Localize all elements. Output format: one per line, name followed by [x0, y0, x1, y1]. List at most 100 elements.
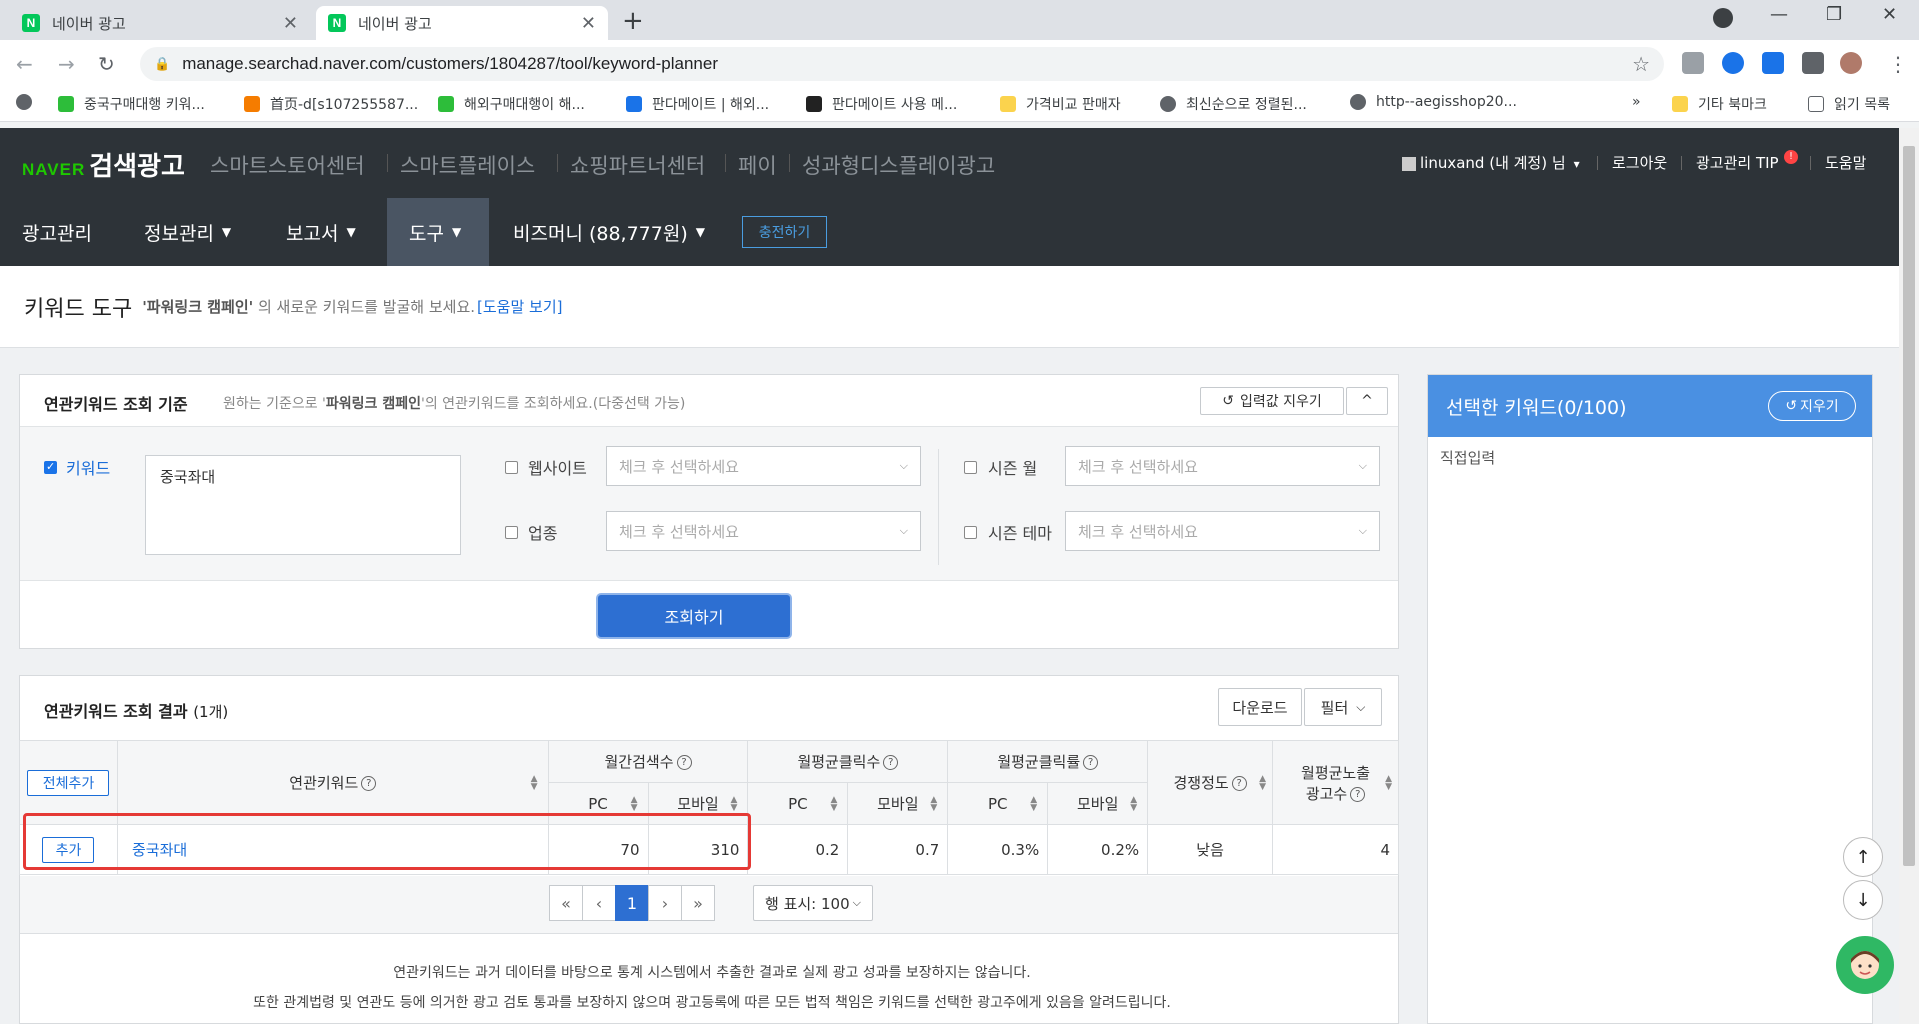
sort-icon[interactable]: ▲ ▼ — [1130, 795, 1137, 812]
keyword-input[interactable]: 중국좌대 — [145, 455, 461, 555]
industry-checkbox[interactable] — [505, 526, 518, 539]
nav-reports[interactable]: 보고서 ▼ — [286, 198, 356, 266]
ad-tip-link[interactable]: 광고관리 TIP — [1696, 152, 1779, 173]
next-page-button[interactable]: › — [648, 885, 682, 921]
industry-select[interactable]: 체크 후 선택하세요 ⌵ — [606, 511, 921, 551]
sort-icon[interactable]: ▲ ▼ — [631, 795, 638, 812]
search-button[interactable]: 조회하기 — [598, 595, 790, 637]
bookmark-item[interactable]: 해외구매대행이 해... — [438, 94, 585, 114]
page-description: '파워링크 캠페인' 의 새로운 키워드를 발굴해 보세요. — [142, 298, 476, 316]
header-keyword[interactable]: 연관키워드? ▲ ▼ — [116, 740, 549, 825]
link-smartstore[interactable]: 스마트스토어센터 — [210, 150, 365, 180]
bookmark-item[interactable]: 판다메이트 사용 메... — [806, 94, 957, 114]
clear-input-button[interactable]: ↺ 입력값 지우기 — [1200, 387, 1344, 415]
help-icon[interactable]: ? — [676, 755, 692, 770]
globe-icon[interactable] — [16, 94, 42, 110]
season-month-checkbox[interactable] — [964, 461, 977, 474]
charge-button[interactable]: 충전하기 — [742, 216, 827, 248]
link-pay[interactable]: 페이 — [738, 150, 777, 180]
extension-p-icon[interactable] — [1762, 52, 1784, 74]
bookmark-star-icon[interactable]: ☆ — [1632, 52, 1650, 77]
season-theme-select[interactable]: 체크 후 선택하세요 ⌵ — [1065, 511, 1380, 551]
page-1-button[interactable]: 1 — [615, 885, 649, 921]
menu-kebab-icon[interactable]: ⋮ — [1888, 52, 1908, 76]
address-bar[interactable]: 🔒 manage.searchad.naver.com/customers/18… — [140, 47, 1664, 81]
chatbot-button[interactable] — [1836, 936, 1894, 994]
link-shopping-partner[interactable]: 쇼핑파트너센터 — [570, 150, 705, 180]
prev-page-button[interactable]: ‹ — [582, 885, 616, 921]
help-icon[interactable]: ? — [361, 776, 377, 791]
reading-list[interactable]: 읽기 목록 — [1808, 94, 1890, 114]
help-link[interactable]: 도움말 — [1825, 152, 1866, 173]
first-page-button[interactable]: « — [549, 885, 583, 921]
help-icon[interactable]: ? — [1083, 755, 1099, 770]
bookmark-item[interactable]: 최신순으로 정렬된... — [1160, 94, 1307, 114]
sort-icon[interactable]: ▲ ▼ — [1259, 774, 1266, 791]
profile-avatar[interactable] — [1840, 52, 1862, 74]
close-tab-icon[interactable]: ✕ — [283, 13, 298, 34]
bookmarks-overflow-button[interactable]: » — [1632, 94, 1641, 110]
bookmark-item[interactable]: 중국구매대행 키워... — [58, 94, 205, 114]
bookmark-item[interactable]: 가격비교 판매자 — [1000, 94, 1121, 114]
sort-icon[interactable]: ▲ ▼ — [731, 795, 738, 812]
scroll-down-button[interactable]: ↓ — [1843, 880, 1883, 920]
close-window-icon[interactable]: ✕ — [1882, 4, 1897, 25]
download-button[interactable]: 다운로드 — [1218, 688, 1302, 726]
add-all-button[interactable]: 전체추가 — [27, 769, 110, 796]
scrollbar-thumb[interactable] — [1903, 146, 1915, 866]
sort-icon[interactable]: ▲ ▼ — [1385, 774, 1392, 791]
header-clicks-pc[interactable]: PC ▲ ▼ — [747, 782, 849, 825]
sort-icon[interactable]: ▲ ▼ — [930, 795, 937, 812]
extension-image-icon[interactable] — [1682, 52, 1704, 74]
minimize-icon[interactable]: — — [1770, 4, 1788, 25]
nav-bizmoney[interactable]: 비즈머니 (88,777원) ▼ — [513, 198, 705, 266]
forward-icon[interactable]: → — [58, 52, 75, 76]
link-smartplace[interactable]: 스마트플레이스 — [400, 150, 535, 180]
user-menu[interactable]: linuxand (내 계정) 님 ▾ — [1402, 152, 1580, 173]
sort-icon[interactable]: ▲ ▼ — [830, 795, 837, 812]
header-ctr-pc[interactable]: PC ▲ ▼ — [947, 782, 1049, 825]
browser-tab[interactable]: N 네이버 광고 ✕ — [10, 6, 310, 40]
reload-icon[interactable]: ↻ — [98, 52, 115, 76]
scroll-up-button[interactable]: ↑ — [1843, 837, 1883, 877]
nav-tools[interactable]: 도구 ▼ — [387, 198, 489, 266]
sort-icon[interactable]: ▲ ▼ — [1030, 795, 1037, 812]
season-theme-checkbox[interactable] — [964, 526, 977, 539]
help-icon[interactable]: ? — [883, 755, 899, 770]
collapse-button[interactable]: ^ — [1346, 387, 1388, 415]
header-clicks-mobile[interactable]: 모바일 ▲ ▼ — [847, 782, 949, 825]
close-tab-icon[interactable]: ✕ — [581, 13, 596, 34]
logout-link[interactable]: 로그아웃 — [1612, 152, 1667, 173]
browser-tab-active[interactable]: N 네이버 광고 ✕ — [316, 6, 608, 40]
filter-button[interactable]: 필터 ⌵ — [1304, 688, 1382, 726]
extensions-puzzle-icon[interactable] — [1802, 52, 1824, 74]
keyword-checkbox[interactable] — [44, 460, 57, 474]
help-icon[interactable]: ? — [1350, 786, 1366, 802]
help-link[interactable]: [도움말 보기] — [477, 296, 562, 317]
sort-icon[interactable]: ▲ ▼ — [531, 774, 538, 791]
bookmark-item[interactable]: http--aegisshop20... — [1350, 94, 1517, 110]
link-performance-display[interactable]: 성과형디스플레이광고 — [802, 150, 995, 180]
header-avg-ads[interactable]: 월평균노출 광고수? ▲ ▼ — [1272, 740, 1399, 825]
bookmark-item[interactable]: 판다메이트 | 해외... — [626, 94, 769, 114]
nav-info-management[interactable]: 정보관리 ▼ — [144, 198, 231, 266]
other-bookmarks[interactable]: 기타 북마크 — [1672, 94, 1767, 114]
naver-searchad-logo[interactable]: NAVER 검색광고 — [22, 146, 185, 183]
season-month-select[interactable]: 체크 후 선택하세요 ⌵ — [1065, 446, 1380, 486]
header-competition[interactable]: 경쟁정도? ▲ ▼ — [1147, 740, 1274, 825]
help-icon[interactable]: ? — [1231, 776, 1247, 791]
extension-wave-icon[interactable] — [1722, 52, 1744, 74]
website-checkbox[interactable] — [505, 461, 518, 474]
restore-icon[interactable]: ❐ — [1826, 4, 1842, 25]
nav-ad-management[interactable]: 광고관리 — [22, 198, 92, 266]
rows-per-page-select[interactable]: 행 표시: 100 ⌵ — [753, 885, 873, 921]
clear-selected-button[interactable]: ↺ 지우기 — [1768, 391, 1856, 421]
back-icon[interactable]: ← — [16, 52, 33, 76]
last-page-button[interactable]: » — [681, 885, 715, 921]
direct-input-label[interactable]: 직접입력 — [1440, 447, 1495, 468]
website-select[interactable]: 체크 후 선택하세요 ⌵ — [606, 446, 921, 486]
header-ctr-mobile[interactable]: 모바일 ▲ ▼ — [1047, 782, 1149, 825]
profile-dropdown-icon[interactable] — [1713, 8, 1733, 28]
new-tab-icon[interactable]: + — [622, 6, 644, 36]
bookmark-item[interactable]: 首页-d[s107255587... — [244, 94, 418, 114]
